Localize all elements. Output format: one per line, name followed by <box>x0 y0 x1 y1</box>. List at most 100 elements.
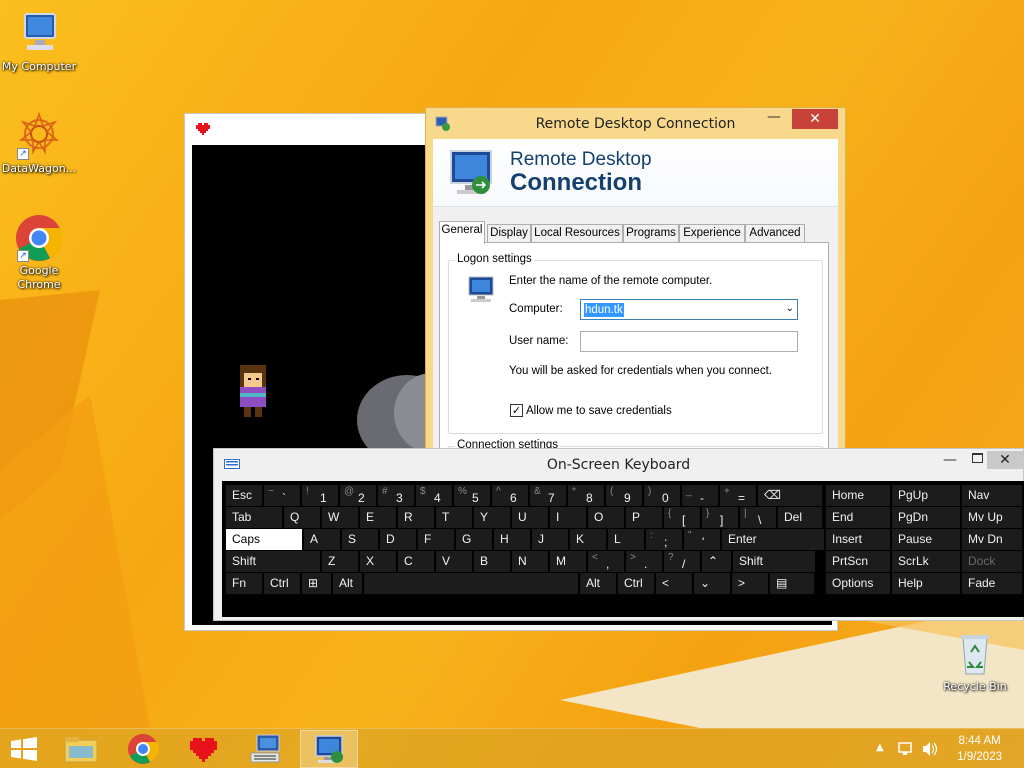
osk-nav-key[interactable]: PgDn <box>892 507 960 528</box>
osk-key[interactable]: D <box>380 529 416 550</box>
osk-key[interactable]: Del <box>778 507 822 528</box>
osk-nav-key[interactable]: ScrLk <box>892 551 960 572</box>
osk-key[interactable]: V <box>436 551 472 572</box>
osk-nav-key[interactable]: Options <box>826 573 890 594</box>
computer-combobox[interactable]: hdun.tk ⌄ <box>580 299 798 320</box>
osk-nav-key[interactable]: Insert <box>826 529 890 550</box>
desktop-icon-datawagon[interactable]: ↗ DataWagon... <box>0 111 78 176</box>
osk-key[interactable]: S <box>342 529 378 550</box>
tab-experience[interactable]: Experience <box>679 224 745 243</box>
osk-key[interactable]: ) 0 <box>644 485 680 506</box>
show-hidden-icons-icon[interactable]: ▲ <box>876 742 884 753</box>
osk-key[interactable]: < <box>656 573 692 594</box>
tab-general[interactable]: General <box>439 221 485 244</box>
network-icon[interactable] <box>897 741 915 757</box>
osk-key[interactable]: T <box>436 507 472 528</box>
rdc-titlebar[interactable]: Remote Desktop Connection — ✕ <box>426 108 845 138</box>
minimize-button[interactable]: — <box>763 110 785 128</box>
tab-programs[interactable]: Programs <box>623 224 679 243</box>
close-button[interactable]: ✕ <box>987 451 1023 469</box>
chevron-down-icon[interactable]: ⌄ <box>786 303 794 314</box>
osk-nav-key[interactable]: Pause <box>892 529 960 550</box>
osk-key[interactable]: J <box>532 529 568 550</box>
volume-icon[interactable] <box>921 741 939 757</box>
osk-key[interactable]: W <box>322 507 358 528</box>
minimize-button[interactable]: — <box>943 452 957 468</box>
taskbar-remote-desktop[interactable] <box>300 730 358 768</box>
osk-key[interactable]: G <box>456 529 492 550</box>
osk-key[interactable]: ! 1 <box>302 485 338 506</box>
osk-key[interactable]: R <box>398 507 434 528</box>
osk-key[interactable]: O <box>588 507 624 528</box>
osk-nav-key[interactable]: Dock <box>962 551 1022 572</box>
osk-key[interactable]: M <box>550 551 586 572</box>
osk-nav-key[interactable]: Help <box>892 573 960 594</box>
osk-key[interactable]: (9 <box>606 485 642 506</box>
osk-nav-key[interactable]: Nav <box>962 485 1022 506</box>
osk-key[interactable]: Esc <box>226 485 262 506</box>
taskbar-chrome[interactable] <box>114 730 172 768</box>
start-button[interactable] <box>0 730 50 768</box>
osk-key[interactable]: P <box>626 507 662 528</box>
osk-key[interactable]: F <box>418 529 454 550</box>
osk-key[interactable]: A <box>304 529 340 550</box>
osk-key[interactable]: I <box>550 507 586 528</box>
osk-key[interactable]: Enter <box>722 529 824 550</box>
desktop-icon-recycle-bin[interactable]: Recycle Bin <box>936 630 1014 694</box>
osk-key[interactable]: Shift <box>733 551 815 572</box>
osk-key[interactable]: <, <box>588 551 624 572</box>
osk-nav-key[interactable]: PrtScn <box>826 551 890 572</box>
osk-key[interactable]: _ - <box>682 485 718 506</box>
osk-nav-key[interactable]: Fade <box>962 573 1022 594</box>
on-screen-keyboard-window[interactable]: On-Screen Keyboard — ✕ Esc ~ `! 1 @2 #3 $4% 5 ^ 6… <box>213 448 1024 621</box>
save-credentials-label[interactable]: Allow me to save credentials <box>526 405 672 417</box>
osk-key[interactable]: % 5 <box>454 485 490 506</box>
osk-key[interactable]: " ' <box>684 529 720 550</box>
desktop-icon-my-computer[interactable]: My Computer <box>0 10 78 74</box>
osk-key[interactable]: ⌃ <box>702 551 731 572</box>
osk-key[interactable]: ▤ <box>770 573 814 594</box>
osk-key[interactable]: Caps <box>226 529 302 550</box>
osk-key[interactable]: $4 <box>416 485 452 506</box>
osk-key[interactable]: X <box>360 551 396 572</box>
taskbar-on-screen-keyboard[interactable] <box>238 730 296 768</box>
save-credentials-checkbox[interactable]: ✓ <box>510 404 523 417</box>
osk-key[interactable]: @2 <box>340 485 376 506</box>
osk-nav-key[interactable]: Mv Dn <box>962 529 1022 550</box>
osk-nav-key[interactable]: End <box>826 507 890 528</box>
osk-key[interactable]: * 8 <box>568 485 604 506</box>
osk-key[interactable]: C <box>398 551 434 572</box>
osk-key[interactable]: K <box>570 529 606 550</box>
osk-key[interactable]: ⊞ <box>302 573 331 594</box>
osk-key[interactable]: | \ <box>740 507 776 528</box>
maximize-button[interactable] <box>972 453 983 463</box>
osk-key[interactable]: B <box>474 551 510 572</box>
osk-key[interactable]: > <box>732 573 768 594</box>
osk-key[interactable]: + = <box>720 485 756 506</box>
osk-key[interactable]: Tab <box>226 507 282 528</box>
remote-desktop-window[interactable]: Remote Desktop Connection — ✕ Remote Des… <box>425 107 846 486</box>
osk-key[interactable]: Q <box>284 507 320 528</box>
taskbar-game[interactable] <box>176 730 234 768</box>
taskbar-clock[interactable]: 8:44 AM 1/9/2023 <box>957 733 1002 765</box>
osk-key[interactable]: :; <box>646 529 682 550</box>
osk-key[interactable]: Ctrl <box>618 573 654 594</box>
osk-key[interactable]: {[ <box>664 507 700 528</box>
osk-key[interactable]: H <box>494 529 530 550</box>
osk-key[interactable]: & 7 <box>530 485 566 506</box>
osk-key[interactable]: ⌄ <box>694 573 730 594</box>
osk-key[interactable]: E <box>360 507 396 528</box>
osk-key[interactable]: L <box>608 529 644 550</box>
osk-key[interactable]: Alt <box>333 573 362 594</box>
osk-key[interactable]: Shift <box>226 551 320 572</box>
osk-key[interactable]: U <box>512 507 548 528</box>
osk-key[interactable] <box>364 573 578 594</box>
osk-key[interactable]: }] <box>702 507 738 528</box>
desktop-icon-google-chrome[interactable]: ↗ Google Chrome <box>0 214 78 292</box>
taskbar-file-explorer[interactable] <box>52 730 110 768</box>
tab-local-resources[interactable]: Local Resources <box>531 224 623 243</box>
tab-advanced[interactable]: Advanced <box>745 224 805 243</box>
osk-nav-key[interactable]: Home <box>826 485 890 506</box>
close-button[interactable]: ✕ <box>792 109 838 129</box>
osk-titlebar[interactable]: On-Screen Keyboard — ✕ <box>214 449 1023 479</box>
